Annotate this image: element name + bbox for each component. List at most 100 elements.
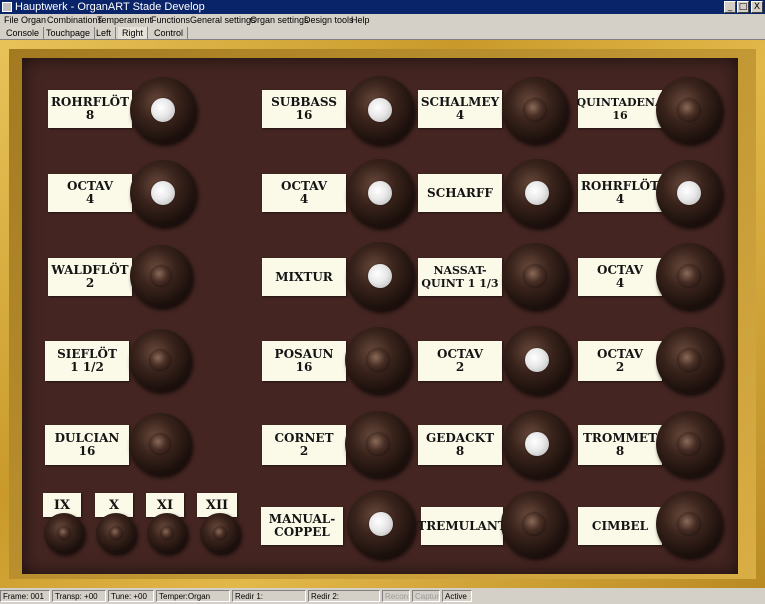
close-button[interactable]: X [751, 1, 763, 13]
stop-label-sieflot-1-1-2[interactable]: SIEFLÖT 1 1/2 [45, 341, 129, 381]
stop-knob-cornet-2[interactable] [345, 411, 411, 477]
tab-control[interactable]: Control [150, 27, 189, 39]
menu-functions[interactable]: Functions [151, 14, 190, 26]
record-indicator[interactable]: Record [382, 590, 410, 602]
stop-label-mixtur-line-1: MIXTUR [275, 269, 333, 284]
stop-label-posaun-16[interactable]: POSAUN 16 [262, 341, 346, 381]
stop-knob-quintadena-16-cap [678, 99, 700, 121]
stop-label-nassat-quint-line-2: QUINT 1 1/3 [421, 277, 499, 290]
stop-knob-tremulant[interactable] [501, 491, 567, 557]
stop-label-rohrflot-4-line-2: 4 [615, 192, 625, 206]
menu-combinations[interactable]: Combinations [47, 14, 102, 26]
status-transp: Transp: +00 [52, 590, 106, 602]
menu-organ-settings[interactable]: Organ settings [250, 14, 309, 26]
stop-label-mixtur[interactable]: MIXTUR [262, 258, 346, 296]
stop-knob-nassat-quint[interactable] [502, 243, 568, 309]
menu-temperament[interactable]: Temperament [97, 14, 152, 26]
status-tune: Tune: +00 [108, 590, 154, 602]
stop-label-octav-4-left[interactable]: OCTAV 4 [48, 174, 132, 212]
stop-label-octav-4-mid[interactable]: OCTAV 4 [262, 174, 346, 212]
stop-knob-octav-4-right[interactable] [656, 243, 722, 309]
window-title: Hauptwerk - OrganART Stade Develop [15, 1, 205, 13]
stop-label-schalmey-4[interactable]: SCHALMEY 4 [418, 90, 502, 128]
stop-knob-octav-2-mid-cap [525, 348, 549, 372]
stop-knob-quintadena-16[interactable] [656, 77, 722, 143]
stop-knob-rohrflot-4[interactable] [656, 160, 722, 226]
stop-label-octav-2-right[interactable]: OCTAV 2 [578, 341, 662, 381]
stop-label-subbass-16[interactable]: SUBBASS 16 [262, 90, 346, 128]
menu-design-tools[interactable]: Design tools [304, 14, 354, 26]
combo-label-ix-line-1: IX [53, 497, 71, 513]
tab-right[interactable]: Right [118, 27, 149, 39]
minimize-button[interactable]: _ [724, 1, 736, 13]
stop-label-dulcian-16[interactable]: DULCIAN 16 [45, 425, 129, 465]
stop-label-manual-coppel[interactable]: MANUAL- COPPEL [261, 507, 343, 545]
stop-knob-manual-coppel[interactable] [347, 490, 415, 558]
combo-knob-xii[interactable] [200, 513, 240, 553]
stop-label-trommet-8[interactable]: TROMMET 8 [578, 425, 662, 465]
stop-label-octav-2-mid[interactable]: OCTAV 2 [418, 341, 502, 381]
stop-knob-trommet-8-cap [678, 433, 700, 455]
stop-label-octav-4-right[interactable]: OCTAV 4 [578, 258, 662, 296]
stop-knob-nassat-quint-cap [524, 265, 546, 287]
tab-left[interactable]: Left [92, 27, 117, 39]
tab-touchpage[interactable]: Touchpage [42, 27, 96, 39]
stop-knob-sieflot-1-1-2[interactable] [129, 329, 191, 391]
stop-label-quintadena-16[interactable]: QUINTADENA 16 [577, 90, 664, 128]
stop-knob-rohrflot-4-cap [677, 181, 701, 205]
app-icon[interactable] [2, 2, 12, 12]
stop-knob-cimbel[interactable] [656, 491, 722, 557]
stop-label-subbass-16-line-2: 16 [295, 108, 313, 122]
combo-knob-xii-cap [214, 527, 226, 539]
stop-label-trommet-8-line-2: 8 [615, 444, 625, 458]
stop-label-octav-4-left-line-2: 4 [85, 192, 95, 206]
menu-general-settings[interactable]: General settings [190, 14, 256, 26]
stop-label-scharff-line-1: SCHARFF [427, 185, 493, 200]
stop-knob-schalmey-4[interactable] [502, 77, 568, 143]
stop-knob-octav-2-right[interactable] [656, 327, 722, 393]
stop-label-nassat-quint-line-1: NASSAT- [433, 264, 487, 277]
stop-label-gedackt-8-line-2: 8 [455, 444, 465, 458]
stop-label-waldflot-2-line-2: 2 [85, 276, 95, 290]
stop-knob-mixtur-cap [368, 264, 392, 288]
status-bar: Frame: 001 Transp: +00 Tune: +00 Temper:… [0, 588, 765, 604]
stop-knob-trommet-8[interactable] [656, 411, 722, 477]
stop-knob-waldflot-2[interactable] [130, 245, 192, 307]
stop-label-tremulant[interactable]: TREMULANT [417, 507, 507, 545]
stop-label-rohrflot-8[interactable]: ROHRFLÖT 8 [48, 90, 132, 128]
stop-knob-subbass-16-cap [368, 98, 392, 122]
status-temper: Temper:Organ [156, 590, 230, 602]
capture-indicator[interactable]: Capture [412, 590, 440, 602]
stop-knob-rohrflot-8[interactable] [130, 77, 196, 143]
stop-knob-octav-2-mid[interactable] [503, 326, 571, 394]
stop-knob-posaun-16[interactable] [345, 327, 411, 393]
stop-knob-gedackt-8[interactable] [503, 410, 571, 478]
stop-label-scharff[interactable]: SCHARFF [418, 174, 502, 212]
combo-knob-xi[interactable] [147, 513, 187, 553]
menu-organ[interactable]: Organ [21, 14, 46, 26]
stop-knob-octav-4-mid[interactable] [346, 159, 414, 227]
stop-knob-subbass-16[interactable] [346, 76, 414, 144]
stop-label-cornet-2[interactable]: CORNET 2 [262, 425, 346, 465]
stop-knob-manual-coppel-cap [369, 512, 393, 536]
menu-help[interactable]: Help [351, 14, 370, 26]
stop-knob-octav-4-right-cap [678, 265, 700, 287]
stop-label-gedackt-8[interactable]: GEDACKT 8 [418, 425, 502, 465]
stop-label-cimbel[interactable]: CIMBEL [578, 507, 662, 545]
stop-knob-gedackt-8-cap [525, 432, 549, 456]
stop-label-waldflot-2[interactable]: WALDFLÖT 2 [48, 258, 132, 296]
combo-knob-x[interactable] [96, 513, 136, 553]
stop-knob-mixtur[interactable] [346, 242, 414, 310]
title-bar[interactable]: Hauptwerk - OrganART Stade Develop _ □ X [0, 0, 765, 14]
stop-label-rohrflot-4[interactable]: ROHRFLÖT 4 [578, 174, 662, 212]
stop-label-nassat-quint[interactable]: NASSAT- QUINT 1 1/3 [418, 258, 502, 296]
stop-knob-dulcian-16[interactable] [129, 413, 191, 475]
tab-console[interactable]: Console [2, 27, 45, 39]
menu-file[interactable]: File [4, 14, 19, 26]
maximize-button[interactable]: □ [737, 1, 749, 13]
stop-knob-scharff[interactable] [503, 159, 571, 227]
stop-knob-octav-4-left[interactable] [130, 160, 196, 226]
combo-knob-ix[interactable] [44, 513, 84, 553]
stop-label-cimbel-line-1: CIMBEL [591, 518, 649, 533]
combo-label-x-line-1: X [108, 497, 120, 513]
